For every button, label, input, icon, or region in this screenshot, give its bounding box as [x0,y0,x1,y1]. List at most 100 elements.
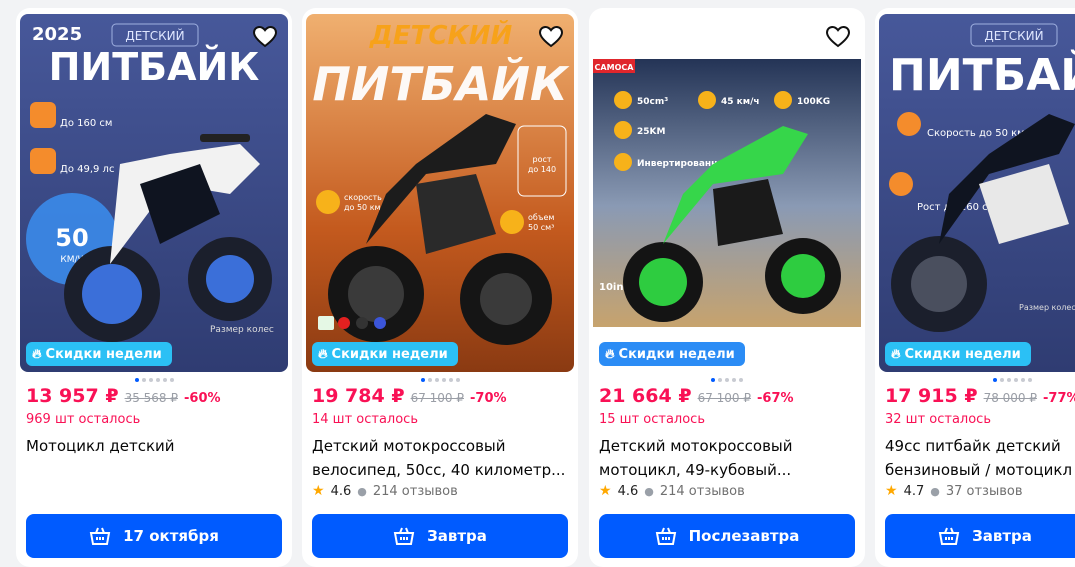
svg-text:50cm³: 50cm³ [637,97,668,107]
flame-icon: 🔥︎ [32,346,42,362]
current-price: 13 957 ₽ [26,385,119,407]
heart-icon [252,25,278,48]
price-row: 21 664 ₽ 67 100 ₽ -67% [599,385,794,407]
image-pagination-dots[interactable] [302,378,578,382]
image-tag: CAMOCA [595,63,635,72]
rating-row[interactable]: ★ 4.7 ● 37 отзывов [885,483,1023,499]
image-tag: ДЕТСКИЙ [984,28,1043,43]
current-price: 17 915 ₽ [885,385,978,407]
image-pagination-dots[interactable] [589,378,865,382]
discount-week-badge: 🔥︎ Скидки недели [599,342,745,366]
product-title[interactable]: Мотоцикл детский [26,434,282,458]
comment-icon: ● [644,484,654,498]
product-photo: 2025 ДЕТСКИЙ ПИТБАЙК До 160 см До 49,9 л… [26,23,274,342]
svg-text:25KM: 25KM [637,127,665,137]
stock-left: 32 шт осталось [885,412,991,427]
old-price: 78 000 ₽ [983,391,1037,405]
favorite-button[interactable] [252,24,278,50]
stock-left: 15 шт осталось [599,412,705,427]
add-to-cart-button[interactable]: Завтра [312,514,568,558]
product-photo: CAMOCA 50cm³ 45 км/ч 100KG 25KM Инвертир… [593,59,861,327]
product-card[interactable]: 2025 ДЕТСКИЙ ПИТБАЙК До 160 см До 49,9 л… [16,8,292,567]
discount-week-badge: 🔥︎ Скидки недели [885,342,1031,366]
svg-text:рост: рост [532,155,551,164]
product-image[interactable]: 2025 ДЕТСКИЙ ПИТБАЙК До 160 см До 49,9 л… [20,14,288,372]
discount-week-badge: 🔥︎ Скидки недели [312,342,458,366]
star-icon: ★ [885,483,898,499]
discount-week-badge: 🔥︎ Скидки недели [26,342,172,366]
add-to-cart-button[interactable]: Завтра [885,514,1075,558]
old-price: 67 100 ₽ [410,391,464,405]
product-card[interactable]: ДЕТСКИЙ ПИТБАЙ Скорость до 50 км/ч Рост … [875,8,1075,567]
current-price: 21 664 ₽ [599,385,692,407]
image-year: 2025 [32,24,82,45]
badge-label: Скидки недели [904,346,1021,362]
image-headline: ПИТБАЙК [49,45,260,89]
price-row: 13 957 ₽ 35 568 ₽ -60% [26,385,221,407]
product-image[interactable]: CAMOCA 50cm³ 45 км/ч 100KG 25KM Инвертир… [593,14,861,372]
product-card[interactable]: CAMOCA 50cm³ 45 км/ч 100KG 25KM Инвертир… [589,8,865,567]
svg-text:10in: 10in [599,282,623,293]
product-image[interactable]: ДЕТСКИЙ ПИТБАЙ Скорость до 50 км/ч Рост … [879,14,1075,372]
svg-text:до 140: до 140 [528,165,556,174]
svg-text:Размер колес: Размер колес [210,325,274,335]
comment-icon: ● [930,484,940,498]
image-headline: ПИТБАЙК [312,57,570,111]
stock-left: 969 шт осталось [26,412,141,427]
flame-icon: 🔥︎ [891,346,901,362]
old-price: 67 100 ₽ [697,391,751,405]
badge-label: Скидки недели [331,346,448,362]
product-title[interactable]: Детский мотокроссовый велосипед, 50сс, 4… [312,434,568,482]
discount-percent: -67% [757,391,794,406]
svg-text:До 49,9 лс: До 49,9 лс [60,164,114,175]
badge-label: Скидки недели [45,346,162,362]
add-to-cart-button[interactable]: Послезавтра [599,514,855,558]
delivery-date: Завтра [427,527,487,545]
product-title[interactable]: Детский мотокроссовый мотоцикл, 49-кубов… [599,434,855,482]
svg-text:50 см³: 50 см³ [528,223,554,232]
reviews-count: 37 отзывов [945,483,1023,499]
svg-text:45 км/ч: 45 км/ч [721,97,760,107]
reviews-count: 214 отзывов [372,483,458,499]
product-image[interactable]: ДЕТСКИЙ ПИТБАЙК скорость до 50 км/ч рост… [306,14,574,372]
favorite-button[interactable] [538,24,564,50]
svg-text:объем: объем [528,213,554,222]
discount-percent: -60% [184,391,221,406]
svg-text:скорость: скорость [344,193,382,202]
flame-icon: 🔥︎ [318,346,328,362]
rating-value: 4.6 [617,483,639,499]
rating-value: 4.6 [330,483,352,499]
image-pagination-dots[interactable] [16,378,292,382]
delivery-date: Завтра [972,527,1032,545]
delivery-date: Послезавтра [688,527,800,545]
product-title[interactable]: 49cc питбайк детский бензиновый / мотоци… [885,434,1075,482]
image-tag: ДЕТСКИЙ [369,19,513,51]
image-headline: ПИТБАЙ [889,48,1075,101]
rating-value: 4.7 [903,483,925,499]
image-pagination-dots[interactable] [875,378,1075,382]
favorite-button[interactable] [825,24,851,50]
current-price: 19 784 ₽ [312,385,405,407]
cart-icon [655,527,676,545]
delivery-date: 17 октября [123,527,219,545]
discount-percent: -70% [470,391,507,406]
svg-text:100KG: 100KG [797,97,830,107]
svg-text:50: 50 [55,224,88,252]
old-price: 35 568 ₽ [124,391,178,405]
flame-icon: 🔥︎ [605,346,615,362]
rating-row[interactable]: ★ 4.6 ● 214 отзывов [599,483,745,499]
product-carousel-row: 2025 ДЕТСКИЙ ПИТБАЙК До 160 см До 49,9 л… [0,0,1075,567]
heart-icon [538,25,564,48]
reviews-count: 214 отзывов [659,483,745,499]
rating-row[interactable]: ★ 4.6 ● 214 отзывов [312,483,458,499]
cart-icon [393,527,415,545]
star-icon: ★ [599,483,612,499]
cart-icon [938,527,960,545]
add-to-cart-button[interactable]: 17 октября [26,514,282,558]
product-card[interactable]: ДЕТСКИЙ ПИТБАЙК скорость до 50 км/ч рост… [302,8,578,567]
product-photo: ДЕТСКИЙ ПИТБАЙК скорость до 50 км/ч рост… [312,19,570,345]
star-icon: ★ [312,483,325,499]
discount-percent: -77% [1043,391,1075,406]
svg-text:До 160 см: До 160 см [60,118,112,129]
heart-icon [825,25,851,48]
